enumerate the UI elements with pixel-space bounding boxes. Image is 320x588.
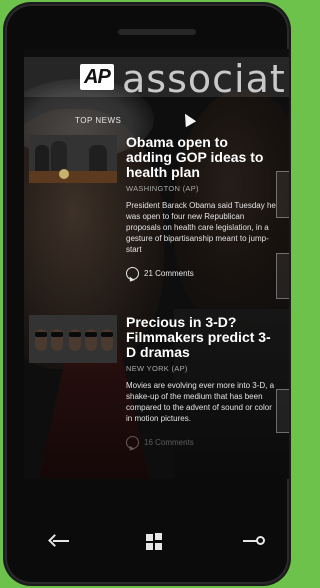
article-summary: Movies are evolving ever more into 3-D, … xyxy=(126,381,275,423)
comment-icon xyxy=(126,267,139,280)
comments-link[interactable]: 16 Comments xyxy=(126,436,276,449)
search-icon[interactable] xyxy=(241,532,265,550)
app-title: associat xyxy=(122,57,286,101)
comments-link[interactable]: 21 Comments xyxy=(126,267,276,280)
article-headline[interactable]: Precious in 3-D? Filmmakers predict 3-D … xyxy=(126,315,276,360)
next-panel-preview[interactable] xyxy=(276,171,289,218)
article-dateline: WASHINGTON (AP) xyxy=(126,184,199,193)
windows-icon[interactable] xyxy=(143,532,167,550)
next-panel-preview[interactable] xyxy=(276,253,289,299)
back-icon[interactable] xyxy=(47,532,71,550)
hardware-nav-bar xyxy=(5,514,289,564)
speaker-grille xyxy=(118,29,196,35)
app-title-bar: AP associat xyxy=(24,57,289,101)
comments-count: 16 Comments xyxy=(144,438,194,447)
article-headline[interactable]: Obama open to adding GOP ideas to health… xyxy=(126,135,276,180)
article-summary: President Barack Obama said Tuesday he w… xyxy=(126,201,276,254)
phone-frame: AP associat TOP NEWS Obama open to addin… xyxy=(5,4,289,584)
app-screen: AP associat TOP NEWS Obama open to addin… xyxy=(24,49,289,479)
comment-icon xyxy=(126,436,139,449)
article-thumbnail[interactable] xyxy=(29,135,117,183)
section-title: TOP NEWS xyxy=(75,116,122,125)
article-dateline: NEW YORK (AP) xyxy=(126,364,188,373)
next-panel-preview[interactable] xyxy=(276,389,289,433)
article-thumbnail[interactable] xyxy=(29,315,117,363)
comments-count: 21 Comments xyxy=(144,269,194,278)
ap-logo: AP xyxy=(80,64,114,90)
